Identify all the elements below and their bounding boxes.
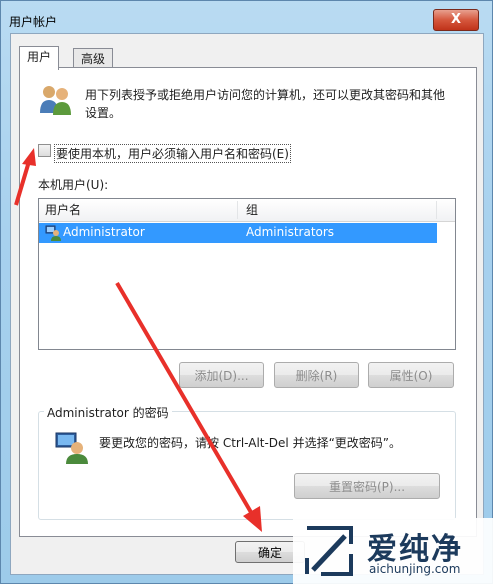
tab-users-label: 用户 [27,50,52,64]
watermark-url: aichunjing.com [369,562,461,576]
watermark-logo-icon [305,526,353,576]
annotation-arrow-checkbox [14,157,32,206]
annotation-arrowhead-ok [243,506,262,532]
annotation-arrows [14,148,262,532]
annotation-arrowhead-checkbox [22,148,36,166]
annotation-arrow-ok [115,281,254,516]
watermark: 爱纯净 aichunjing.com [293,518,493,584]
tab-users[interactable]: 用户 [19,46,60,70]
